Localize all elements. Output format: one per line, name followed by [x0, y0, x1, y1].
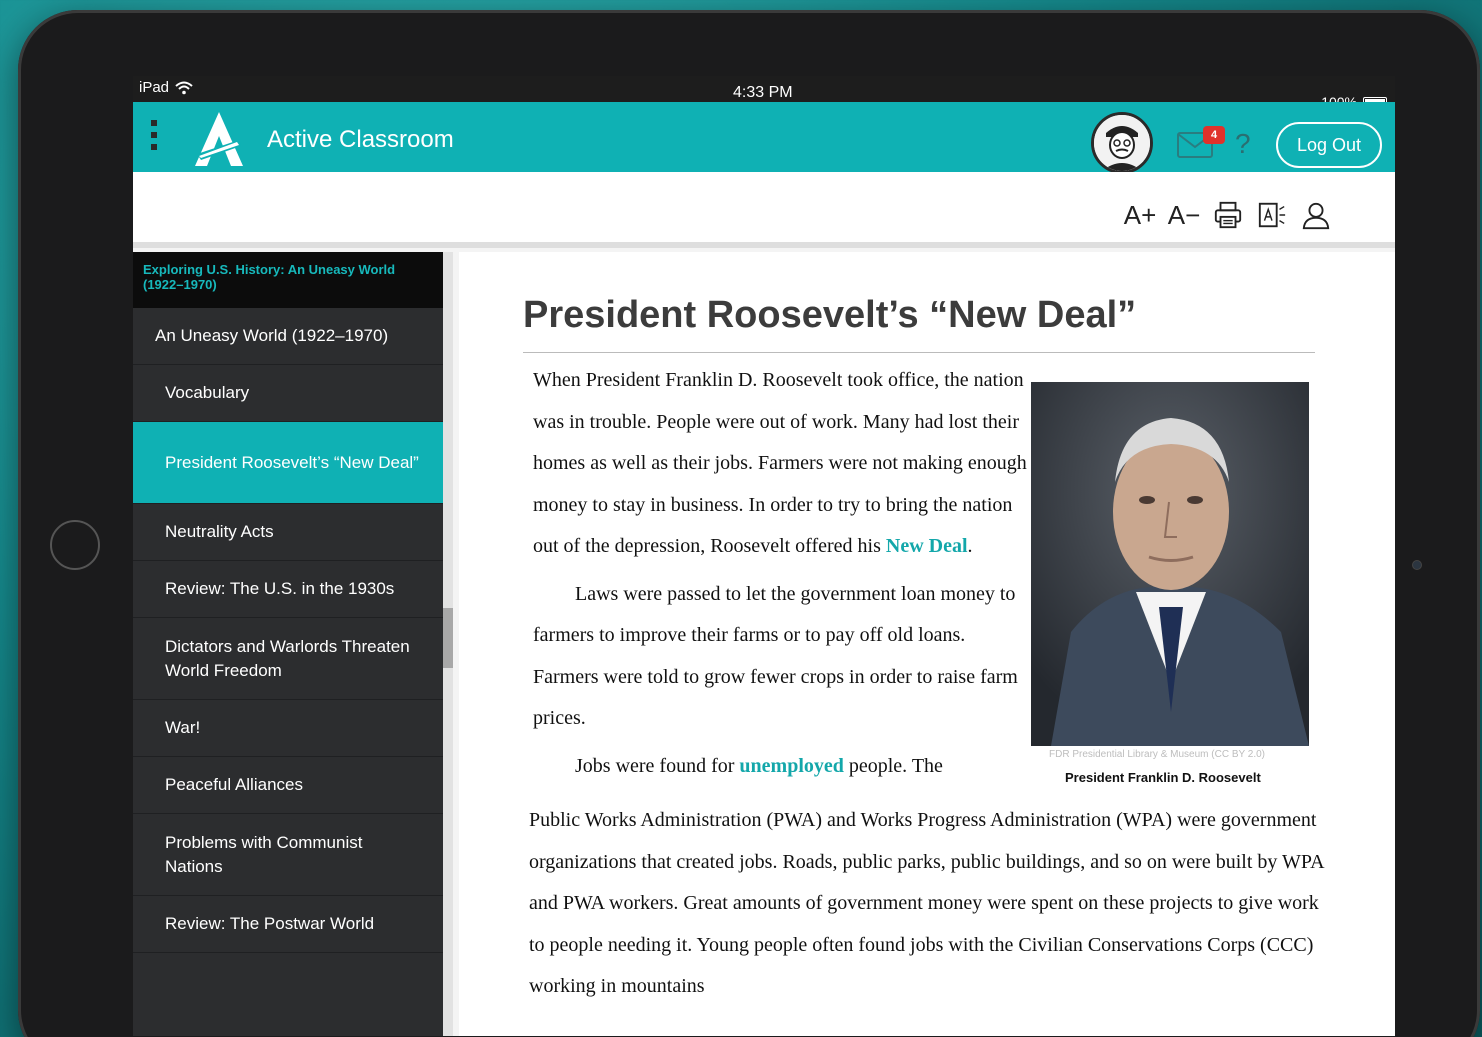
increase-font-icon[interactable]: A+	[1124, 198, 1157, 232]
screen: iPad 4:33 PM 100% Active Classroom	[133, 76, 1395, 1036]
sidebar-item-peaceful-alliances[interactable]: Peaceful Alliances	[133, 757, 443, 814]
sidebar-item-neutrality-acts[interactable]: Neutrality Acts	[133, 504, 443, 561]
image-caption: President Franklin D. Roosevelt	[1065, 770, 1261, 785]
user-icon[interactable]	[1301, 198, 1331, 232]
help-icon[interactable]: ?	[1235, 128, 1251, 160]
paragraph-3-text: Jobs were found for	[575, 754, 740, 777]
logout-button[interactable]: Log Out	[1276, 122, 1382, 168]
portrait-image	[1031, 382, 1309, 746]
sidebar: Exploring U.S. History: An Uneasy World …	[133, 252, 443, 1036]
unemployed-link[interactable]: unemployed	[739, 755, 843, 777]
ipad-frame: iPad 4:33 PM 100% Active Classroom	[18, 10, 1480, 1037]
page-title: President Roosevelt’s “New Deal”	[523, 294, 1137, 336]
article-content: President Roosevelt’s “New Deal” When Pr…	[459, 252, 1395, 1036]
device-label: iPad	[139, 79, 170, 96]
title-divider	[523, 352, 1315, 353]
read-aloud-icon[interactable]	[1257, 198, 1287, 232]
paragraph-3-start: Jobs were found for unemployed people. T…	[533, 746, 1033, 788]
wifi-icon	[175, 81, 193, 94]
carrier: iPad	[139, 79, 193, 96]
toolbar-tools: A+ A−	[1124, 198, 1331, 232]
sidebar-item-war[interactable]: War!	[133, 700, 443, 757]
article-column: When President Franklin D. Roosevelt too…	[533, 360, 1033, 787]
paragraph-2: Laws were passed to let the government l…	[533, 582, 1018, 730]
app-header: Active Classroom 4 ? Log Out	[133, 102, 1395, 174]
sidebar-item-vocabulary[interactable]: Vocabulary	[133, 365, 443, 422]
home-button[interactable]	[50, 520, 100, 570]
paragraph-3-continued: Public Works Administration (PWA) and Wo…	[529, 809, 1324, 997]
sidebar-book-title: Exploring U.S. History: An Uneasy World …	[133, 252, 443, 308]
sidebar-item-review-1930s[interactable]: Review: The U.S. in the 1930s	[133, 561, 443, 618]
camera-icon	[1412, 560, 1422, 570]
sidebar-scrollbar[interactable]	[443, 252, 453, 1036]
sidebar-item-unit[interactable]: An Uneasy World (1922–1970)	[133, 308, 443, 365]
sidebar-item-dictators[interactable]: Dictators and Warlords Threaten World Fr…	[133, 618, 443, 700]
sidebar-item-review-postwar[interactable]: Review: The Postwar World	[133, 896, 443, 953]
avatar-illustration-icon	[1094, 115, 1150, 171]
sidebar-item-new-deal[interactable]: President Roosevelt’s “New Deal”	[133, 422, 443, 504]
avatar[interactable]	[1091, 112, 1153, 174]
menu-icon[interactable]	[151, 120, 157, 150]
printer-icon[interactable]	[1213, 198, 1243, 232]
new-deal-link[interactable]: New Deal	[886, 535, 968, 557]
status-time: 4:33 PM	[733, 84, 793, 101]
logo-icon[interactable]	[191, 110, 247, 168]
sidebar-item-communist-nations[interactable]: Problems with Communist Nations	[133, 814, 443, 896]
reader-toolbar: A+ A−	[133, 172, 1395, 248]
paragraph-1-end: .	[967, 535, 973, 557]
paragraph-1: When President Franklin D. Roosevelt too…	[533, 360, 1033, 568]
paragraph-1-text: When President Franklin D. Roosevelt too…	[533, 369, 1027, 557]
mail-count-badge: 4	[1203, 126, 1225, 144]
decrease-font-icon[interactable]: A−	[1168, 198, 1201, 232]
status-bar: iPad 4:33 PM 100%	[133, 76, 1395, 110]
paragraph-3-after: people. The	[843, 754, 943, 777]
sidebar-scroll-thumb[interactable]	[443, 608, 453, 668]
article-full-width: Public Works Administration (PWA) and Wo…	[529, 800, 1329, 1008]
roosevelt-portrait	[1031, 382, 1309, 746]
image-credit: FDR Presidential Library & Museum (CC BY…	[1049, 749, 1265, 760]
app-title: Active Classroom	[267, 126, 454, 153]
